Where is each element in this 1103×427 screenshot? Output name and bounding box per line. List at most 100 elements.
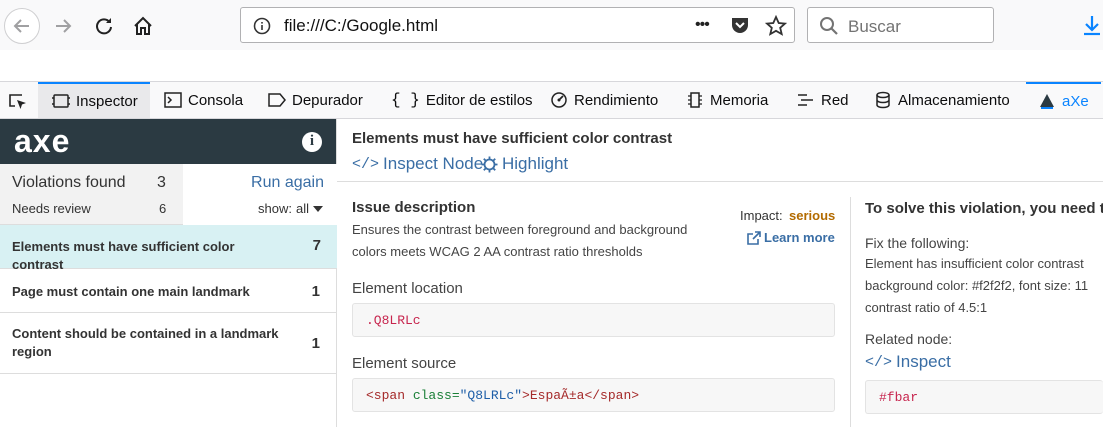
browser-toolbar: file:///C:/Google.html ••• Buscar: [0, 0, 1103, 50]
star-icon[interactable]: [765, 15, 787, 37]
issue-text-line: colors meets WCAG 2 AA contrast ratio th…: [352, 244, 643, 259]
rule-count: 1: [311, 283, 320, 300]
issue-heading: Issue description: [352, 199, 476, 216]
network-icon: [798, 94, 813, 106]
related-node-box[interactable]: #fbar: [865, 380, 1103, 414]
reload-icon: [96, 18, 112, 35]
rule-count: 1: [311, 335, 320, 352]
highlight-label: Highlight: [502, 154, 569, 173]
inspector-icon: [52, 94, 70, 108]
tab-storage[interactable]: Almacenamiento: [874, 82, 1010, 118]
tab-inspector[interactable]: Inspector: [38, 82, 150, 118]
detail-header: Elements must have sufficient color cont…: [337, 119, 1103, 182]
inspect-node-button[interactable]: </> Inspect Node: [352, 154, 483, 174]
tab-label: Inspector: [76, 92, 138, 110]
run-again-button[interactable]: Run again: [251, 174, 324, 192]
learn-more-link[interactable]: Learn more: [747, 230, 835, 245]
storage-icon: [876, 91, 890, 109]
rule-item[interactable]: Content should be contained in a landmar…: [0, 313, 337, 374]
axe-logo-icon: [1040, 94, 1054, 109]
issue-text-line: Ensures the contrast between foreground …: [352, 222, 688, 237]
arrow-left-icon: [13, 19, 29, 33]
show-value: all: [295, 201, 309, 216]
rule-item[interactable]: Page must contain one main landmark 1: [0, 269, 337, 313]
tab-label: Memoria: [710, 91, 769, 109]
element-picker-icon[interactable]: [8, 92, 28, 112]
search-input[interactable]: Buscar: [848, 17, 901, 37]
back-button[interactable]: [4, 8, 40, 44]
needs-review-count: 6: [159, 201, 167, 216]
gear-icon: [481, 156, 498, 172]
tab-label: Rendimiento: [574, 91, 659, 109]
rule-item[interactable]: Elements must have sufficient color cont…: [0, 225, 337, 272]
rule-label: Page must contain one main landmark: [12, 284, 250, 299]
debugger-icon: [268, 93, 286, 107]
tab-label: aXe: [1062, 92, 1089, 110]
devtools-tabbar: Inspector Consola Depurador { } Editor d…: [0, 82, 1103, 119]
source-attr-value: "Q8LRLc": [459, 388, 523, 403]
tab-performance[interactable]: Rendimiento: [550, 82, 658, 118]
arrow-right-icon: [56, 19, 72, 33]
tab-memory[interactable]: Memoria: [686, 82, 768, 118]
caret-down-icon: [313, 205, 323, 212]
impact-label: Impact:: [740, 208, 783, 223]
element-location-value: .Q8LRLc: [366, 313, 421, 328]
download-icon[interactable]: [1082, 14, 1102, 36]
solve-heading: To solve this violation, you need t: [865, 200, 1103, 217]
search-icon: [820, 17, 838, 35]
info-circle-icon[interactable]: [253, 17, 271, 35]
needs-review-label: Needs review: [12, 201, 91, 216]
related-node-value: #fbar: [879, 390, 919, 405]
related-node-label: Related node:: [865, 331, 953, 347]
tab-style-editor[interactable]: { } Editor de estilos: [391, 82, 533, 118]
violation-title: Elements must have sufficient color cont…: [352, 130, 673, 147]
inspect-label: Inspect: [896, 352, 951, 371]
inspect-button[interactable]: </> Inspect: [865, 352, 951, 372]
axe-sidebar: axe i Violations found 3 Needs review 6 …: [0, 119, 337, 427]
tab-debugger[interactable]: Depurador: [268, 82, 363, 118]
performance-icon: [551, 92, 567, 108]
element-source-box[interactable]: <span class="Q8LRLc">EspaÃ±a</span>: [352, 378, 835, 412]
fix-label: Fix the following:: [865, 235, 970, 251]
learn-more-label: Learn more: [764, 230, 835, 245]
search-bar[interactable]: Buscar: [807, 7, 994, 43]
tab-network[interactable]: Red: [797, 82, 849, 118]
forward-button[interactable]: [45, 8, 81, 44]
url-bar[interactable]: file:///C:/Google.html •••: [240, 7, 795, 43]
fix-text-line: contrast ratio of 4.5:1: [865, 300, 988, 315]
summary-actions: Run again show: all: [183, 164, 337, 225]
source-text: >EspaÃ±a</span>: [522, 388, 640, 403]
tab-console[interactable]: Consola: [164, 82, 243, 118]
home-icon: [134, 16, 152, 35]
source-attr: class=: [412, 388, 460, 403]
fix-text-line: background color: #f2f2f2, font size: 11: [865, 278, 1089, 293]
element-location-label: Element location: [352, 280, 463, 297]
braces-icon: { }: [391, 91, 420, 109]
external-link-icon: [747, 230, 761, 245]
url-text[interactable]: file:///C:/Google.html: [284, 16, 438, 36]
highlight-button[interactable]: Highlight: [481, 154, 568, 174]
memory-icon: [688, 92, 702, 108]
reload-button[interactable]: [86, 8, 122, 44]
console-icon: [164, 92, 182, 108]
info-icon[interactable]: i: [302, 131, 322, 152]
pocket-icon[interactable]: [730, 16, 750, 35]
violation-detail: Elements must have sufficient color cont…: [337, 119, 1103, 427]
summary-panel: Violations found 3 Needs review 6 Run ag…: [0, 164, 337, 225]
inspect-node-label: Inspect Node: [383, 154, 484, 173]
axe-logo: axe: [14, 123, 71, 159]
axe-header: axe i: [0, 119, 336, 164]
rule-count: 7: [312, 237, 321, 254]
element-source-label: Element source: [352, 355, 457, 372]
tab-label: Red: [821, 91, 849, 109]
info-icon-label: i: [309, 133, 315, 149]
tab-axe[interactable]: aXe: [1026, 82, 1101, 118]
source-tag: <span: [366, 388, 413, 403]
show-filter[interactable]: show: all: [258, 201, 323, 216]
home-button[interactable]: [125, 8, 161, 44]
code-icon: </>: [352, 155, 380, 173]
show-label: show:: [258, 201, 292, 216]
more-actions-icon[interactable]: •••: [695, 16, 710, 34]
rule-label: Content should be contained in a landmar…: [12, 326, 279, 359]
element-location-box[interactable]: .Q8LRLc: [352, 303, 835, 337]
